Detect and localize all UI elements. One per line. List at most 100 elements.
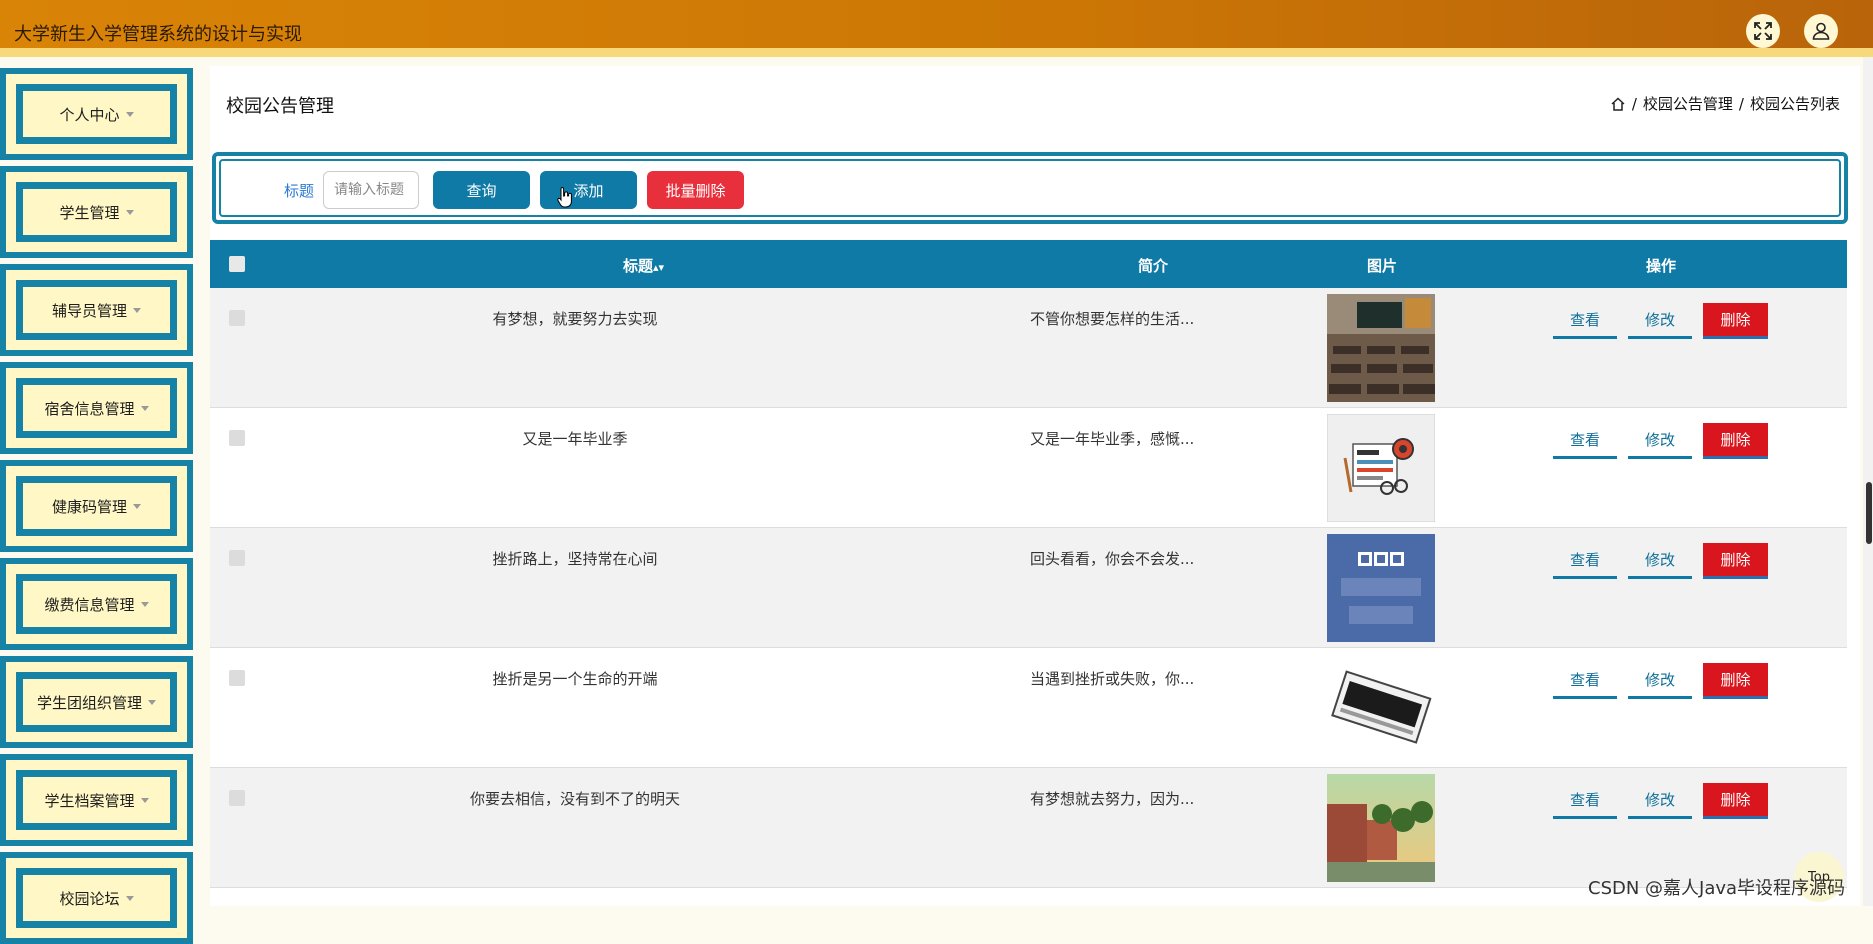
sidebar-item-students[interactable]: 学生管理	[0, 166, 193, 258]
breadcrumb: / 校园公告管理 / 校园公告列表	[1610, 93, 1840, 114]
scrollbar-thumb[interactable]	[1866, 482, 1872, 544]
chevron-down-icon	[140, 601, 149, 607]
view-button[interactable]: 查看	[1553, 543, 1617, 579]
chevron-down-icon	[125, 895, 134, 901]
row-title: 又是一年毕业季	[522, 430, 628, 448]
top-header: 大学新生入学管理系统的设计与实现	[0, 0, 1873, 57]
row-checkbox[interactable]	[229, 430, 245, 446]
row-title: 有梦想，就要努力去实现	[492, 310, 658, 328]
row-checkbox[interactable]	[229, 790, 245, 806]
row-intro: 有梦想就去努力，因为...	[1030, 790, 1195, 808]
view-button[interactable]: 查看	[1553, 783, 1617, 819]
sidebar: 个人中心 学生管理 辅导员管理 宿舍信息管理 健康码管理 缴费信息管理 学生团组…	[0, 66, 195, 944]
fullscreen-button[interactable]	[1746, 14, 1780, 48]
news-logo-image[interactable]	[1327, 654, 1435, 762]
announcement-table: 标题▴▾ 简介 图片 操作 有梦想，就要努力去实现 不管你想要怎样的生活...	[210, 240, 1847, 888]
page-scrollbar[interactable]	[1863, 57, 1873, 906]
home-icon[interactable]	[1610, 96, 1626, 112]
column-header-intro: 简介	[1138, 257, 1169, 275]
sidebar-item-label: 学生团组织管理	[36, 693, 142, 712]
news-paper-image[interactable]	[1327, 414, 1435, 522]
row-intro: 回头看看，你会不会发...	[1030, 550, 1195, 568]
sidebar-item-student-org[interactable]: 学生团组织管理	[0, 656, 193, 748]
edit-button[interactable]: 修改	[1628, 663, 1692, 699]
row-title: 你要去相信，没有到不了的明天	[469, 790, 680, 808]
column-header-image: 图片	[1367, 257, 1398, 275]
app-title: 大学新生入学管理系统的设计与实现	[14, 24, 302, 45]
edit-button[interactable]: 修改	[1628, 783, 1692, 819]
sidebar-item-forum[interactable]: 校园论坛	[0, 852, 193, 944]
table-row: 又是一年毕业季 又是一年毕业季，感慨... 查看 修改 删除	[210, 408, 1847, 528]
table-row: 挫折是另一个生命的开端 当遇到挫折或失败，你... 查看 修改 删除	[210, 648, 1847, 768]
add-button[interactable]: 添加	[540, 171, 637, 209]
row-intro: 不管你想要怎样的生活...	[1030, 310, 1195, 328]
edit-button[interactable]: 修改	[1628, 303, 1692, 339]
edit-button[interactable]: 修改	[1628, 543, 1692, 579]
chevron-down-icon	[148, 699, 156, 705]
breadcrumb-separator: /	[1738, 94, 1744, 113]
search-label: 标题	[284, 182, 315, 200]
view-button[interactable]: 查看	[1553, 303, 1617, 339]
column-header-actions: 操作	[1646, 257, 1677, 275]
breadcrumb-separator: /	[1631, 94, 1637, 113]
sidebar-item-label: 辅导员管理	[51, 301, 127, 320]
view-button[interactable]: 查看	[1553, 423, 1617, 459]
row-intro: 又是一年毕业季，感慨...	[1030, 430, 1195, 448]
row-checkbox[interactable]	[229, 310, 245, 326]
fullscreen-icon	[1754, 22, 1772, 40]
sidebar-item-label: 宿舍信息管理	[44, 399, 135, 418]
delete-button[interactable]: 删除	[1703, 663, 1768, 699]
sidebar-item-payments[interactable]: 缴费信息管理	[0, 558, 193, 650]
select-all-checkbox[interactable]	[229, 256, 245, 272]
breadcrumb-item: 校园公告列表	[1749, 95, 1840, 113]
search-bar: 标题 查询 添加 批量删除	[212, 152, 1848, 224]
classroom-image[interactable]	[1327, 294, 1435, 402]
chevron-down-icon	[140, 797, 149, 803]
row-checkbox[interactable]	[229, 550, 245, 566]
delete-button[interactable]: 删除	[1703, 423, 1768, 459]
user-icon	[1812, 22, 1830, 40]
campus-building-image[interactable]	[1327, 774, 1435, 882]
table-row: 挫折路上，坚持常在心间 回头看看，你会不会发... 查看 修改 删除	[210, 528, 1847, 648]
bbc-world-news-image[interactable]	[1327, 534, 1435, 642]
watermark: CSDN @嘉人Java毕设程序源码	[1588, 878, 1846, 899]
chevron-down-icon	[125, 209, 134, 215]
title-search-input[interactable]	[323, 171, 419, 209]
row-checkbox[interactable]	[229, 670, 245, 686]
sidebar-item-student-records[interactable]: 学生档案管理	[0, 754, 193, 846]
table-body: 有梦想，就要努力去实现 不管你想要怎样的生活... 查看 修改 删除 又是一年毕…	[210, 288, 1847, 888]
table-header: 标题▴▾ 简介 图片 操作	[210, 240, 1847, 288]
row-title: 挫折路上，坚持常在心间	[492, 550, 658, 568]
sidebar-item-label: 学生档案管理	[44, 791, 135, 810]
delete-button[interactable]: 删除	[1703, 543, 1768, 579]
sidebar-item-label: 健康码管理	[51, 497, 127, 516]
column-header-title[interactable]: 标题▴▾	[623, 255, 664, 276]
row-intro: 当遇到挫折或失败，你...	[1030, 670, 1195, 688]
sort-icon[interactable]: ▴▾	[653, 261, 664, 274]
sidebar-item-label: 缴费信息管理	[44, 595, 135, 614]
page-title: 校园公告管理	[226, 96, 334, 117]
chevron-down-icon	[140, 405, 149, 411]
main-content: 校园公告管理 / 校园公告管理 / 校园公告列表 标题 查询 添加 批量删除 标…	[210, 66, 1860, 906]
sidebar-item-health-code[interactable]: 健康码管理	[0, 460, 193, 552]
chevron-down-icon	[133, 307, 141, 313]
user-button[interactable]	[1804, 14, 1838, 48]
bulk-delete-button[interactable]: 批量删除	[647, 171, 744, 209]
table-row: 有梦想，就要努力去实现 不管你想要怎样的生活... 查看 修改 删除	[210, 288, 1847, 408]
delete-button[interactable]: 删除	[1703, 783, 1768, 819]
table-row: 你要去相信，没有到不了的明天 有梦想就去努力，因为... 查看 修改 删除	[210, 768, 1847, 888]
sidebar-item-label: 学生管理	[59, 203, 120, 222]
sidebar-item-personal-center[interactable]: 个人中心	[0, 68, 193, 160]
sidebar-item-counselors[interactable]: 辅导员管理	[0, 264, 193, 356]
chevron-down-icon	[133, 503, 141, 509]
hand-cursor-icon	[557, 186, 572, 208]
chevron-down-icon	[125, 111, 134, 117]
sidebar-item-label: 个人中心	[59, 105, 120, 124]
breadcrumb-item[interactable]: 校园公告管理	[1643, 93, 1733, 114]
query-button[interactable]: 查询	[433, 171, 530, 209]
edit-button[interactable]: 修改	[1628, 423, 1692, 459]
delete-button[interactable]: 删除	[1703, 303, 1768, 339]
sidebar-item-dormitory[interactable]: 宿舍信息管理	[0, 362, 193, 454]
view-button[interactable]: 查看	[1553, 663, 1617, 699]
row-title: 挫折是另一个生命的开端	[492, 670, 658, 688]
